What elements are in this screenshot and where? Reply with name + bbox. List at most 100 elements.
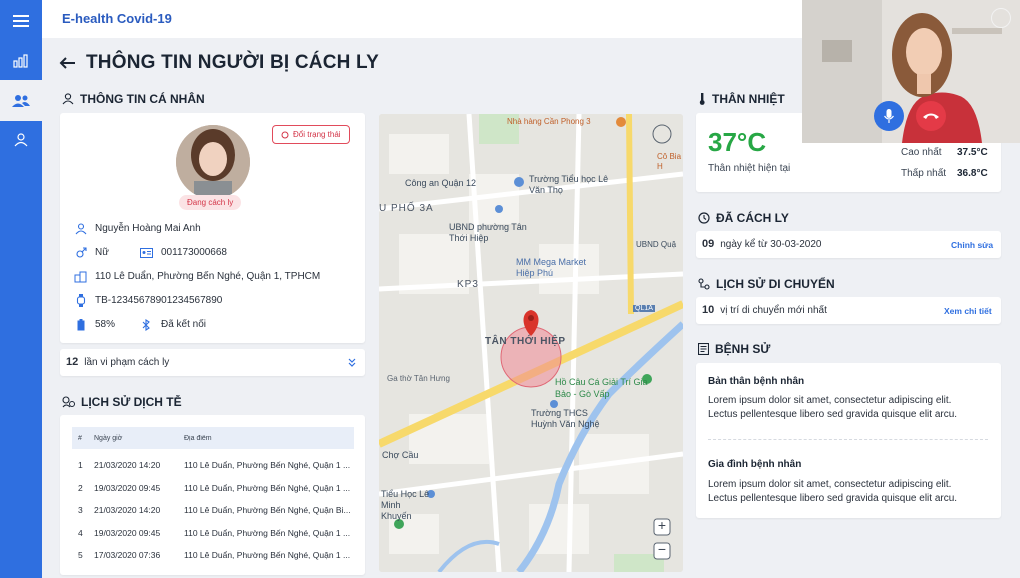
user-icon xyxy=(14,133,28,147)
back-arrow-icon[interactable] xyxy=(58,56,76,70)
table-row[interactable]: 4 19/03/2020 09:45 110 Lê Duẩn, Phường B… xyxy=(72,522,354,544)
sidebar-item-statistics[interactable] xyxy=(0,42,42,80)
map-label: Ga thờ Tân Hưng xyxy=(387,374,450,383)
medical-card: Bản thân bệnh nhân Lorem ipsum dolor sit… xyxy=(696,363,1001,518)
row-index: 5 xyxy=(78,550,83,560)
row-index: 1 xyxy=(78,460,83,470)
row-index: 2 xyxy=(78,483,83,493)
row-place: 110 Lê Duẩn, Phường Bến Nghé, Quận 1 ... xyxy=(184,483,351,493)
location-map[interactable]: Nhà hàng Cần Phong 3 Công an Quận 12 Trư… xyxy=(379,114,683,572)
map-label: UBND phường Tân Thới Hiệp xyxy=(449,222,527,243)
row-datetime: 17/03/2020 07:36 xyxy=(94,550,161,560)
hang-up-icon xyxy=(923,113,939,119)
violations-label: lần vi phạm cách ly xyxy=(84,356,170,368)
table-row[interactable]: 3 21/03/2020 14:20 110 Lê Duẩn, Phường B… xyxy=(72,499,354,521)
map-label: TÂN THỚI HIỆP xyxy=(485,336,566,347)
users-icon xyxy=(12,94,30,107)
chevron-double-down-icon[interactable] xyxy=(348,358,356,367)
table-row[interactable]: 1 21/03/2020 14:20 110 Lê Duẩn, Phường B… xyxy=(72,454,354,476)
family-history-title: Gia đình bệnh nhân xyxy=(708,459,802,470)
row-index: 4 xyxy=(78,528,83,538)
row-datetime: 19/03/2020 09:45 xyxy=(94,528,161,538)
violations-card[interactable]: 12 lần vi phạm cách ly xyxy=(60,349,365,376)
temperature-value: 37°C xyxy=(708,127,767,157)
id-row: 001173000668 xyxy=(140,246,227,259)
col-datetime: Ngày giờ xyxy=(94,434,123,442)
travel-section-title: LỊCH SỬ DI CHUYỂN xyxy=(716,277,835,291)
map-label: Tiểu Học Lê Minh Khuyến xyxy=(381,489,430,521)
violations-row: 12 lần vi phạm cách ly xyxy=(66,356,169,368)
thermometer-icon xyxy=(699,93,705,105)
device-row: TB-12345678901234567890 xyxy=(74,294,222,307)
gender-value: Nữ xyxy=(95,247,109,258)
bar-chart-icon xyxy=(13,54,28,68)
person-icon xyxy=(62,93,74,105)
quarantine-text: ngày kể từ 30-03-2020 xyxy=(720,238,822,250)
row-datetime: 21/03/2020 14:20 xyxy=(94,460,161,470)
person-icon xyxy=(74,222,87,235)
address-row: 110 Lê Duẩn, Phường Bến Nghé, Quận 1, TP… xyxy=(74,270,320,283)
quarantine-section-title: ĐÃ CÁCH LY xyxy=(716,211,789,225)
change-status-button[interactable]: Đổi trạng thái xyxy=(272,125,350,144)
end-call-button[interactable] xyxy=(916,101,946,131)
sidebar-item-patients[interactable] xyxy=(0,80,42,121)
map-label: QL1A xyxy=(633,305,655,312)
mute-button[interactable] xyxy=(874,101,904,131)
history-section-title: LỊCH SỬ DỊCH TỄ xyxy=(81,395,182,409)
quarantine-card: 09 ngày kể từ 30-03-2020 Chỉnh sửa xyxy=(696,231,1001,258)
map-label: KP3 xyxy=(457,279,479,290)
view-detail-link[interactable]: Xem chi tiết xyxy=(944,306,992,316)
map-label: Cô Bia H xyxy=(657,152,682,171)
sidebar-fill xyxy=(0,121,42,578)
page-title: THÔNG TIN NGƯỜI BỊ CÁCH LY xyxy=(86,52,379,73)
violations-count: 12 xyxy=(66,356,79,368)
zoom-out-button[interactable]: − xyxy=(654,541,670,557)
gender-icon xyxy=(74,246,87,259)
refresh-icon xyxy=(281,131,289,138)
table-row[interactable]: 2 19/03/2020 09:45 110 Lê Duẩn, Phường B… xyxy=(72,477,354,499)
video-feed xyxy=(802,0,1020,143)
col-place: Địa điểm xyxy=(184,434,212,442)
page-title-bar: THÔNG TIN NGƯỜI BỊ CÁCH LY xyxy=(58,52,379,74)
family-history-text: Lorem ipsum dolor sit amet, consectetur … xyxy=(708,479,952,490)
patient-history-text: Lorem ipsum dolor sit amet, consectetur … xyxy=(708,395,952,406)
quarantine-row: 09 ngày kể từ 30-03-2020 xyxy=(702,238,821,250)
clock-icon xyxy=(698,212,710,224)
video-call-window[interactable] xyxy=(802,0,1020,143)
family-history-text: Lectus pellentesque libero sed gravida q… xyxy=(708,493,958,504)
high-value: 37.5°C xyxy=(957,147,988,158)
temperature-label: Thân nhiệt hiện tại xyxy=(708,163,791,174)
col-index: # xyxy=(78,434,82,442)
patient-name: Nguyễn Hoàng Mai Anh xyxy=(95,223,201,234)
zoom-in-button[interactable]: + xyxy=(654,517,670,533)
connection-status: Đã kết nối xyxy=(161,319,207,330)
status-badge: Đang cách ly xyxy=(179,195,242,210)
fullscreen-icon[interactable] xyxy=(991,8,1011,28)
map-label: Trường THCS Huỳnh Văn Nghệ xyxy=(531,408,600,429)
microphone-icon xyxy=(884,109,894,123)
personal-info-card: Đang cách ly Đổi trạng thái Nguyễn Hoàng… xyxy=(60,113,365,343)
table-row[interactable]: 5 17/03/2020 07:36 110 Lê Duẩn, Phường B… xyxy=(72,544,354,566)
menu-button[interactable] xyxy=(0,0,42,42)
travel-section-header: LỊCH SỬ DI CHUYỂN xyxy=(698,277,835,291)
battery-value: 58% xyxy=(95,319,116,330)
document-icon xyxy=(698,343,709,355)
route-icon xyxy=(698,278,710,290)
temperature-section-title: THÂN NHIỆT xyxy=(712,92,785,106)
name-row: Nguyễn Hoàng Mai Anh xyxy=(74,222,201,235)
row-datetime: 19/03/2020 09:45 xyxy=(94,483,161,493)
hamburger-icon xyxy=(13,15,29,27)
id-card-icon xyxy=(140,246,153,259)
medical-section-header: BỆNH SỬ xyxy=(698,342,770,356)
avatar xyxy=(176,125,250,199)
history-table-card: # Ngày giờ Địa điểm 1 21/03/2020 14:20 1… xyxy=(60,415,365,575)
quarantine-days: 09 xyxy=(702,238,715,250)
sidebar-item-profile[interactable] xyxy=(0,121,42,159)
battery-icon xyxy=(74,318,87,331)
map-label: Chợ Cầu xyxy=(382,450,419,460)
divider xyxy=(708,439,988,440)
low-value: 36.8°C xyxy=(957,168,988,179)
edit-link[interactable]: Chỉnh sửa xyxy=(951,240,993,250)
app-title: E-health Covid-19 xyxy=(62,11,172,26)
table-header: # Ngày giờ Địa điểm xyxy=(72,427,354,449)
